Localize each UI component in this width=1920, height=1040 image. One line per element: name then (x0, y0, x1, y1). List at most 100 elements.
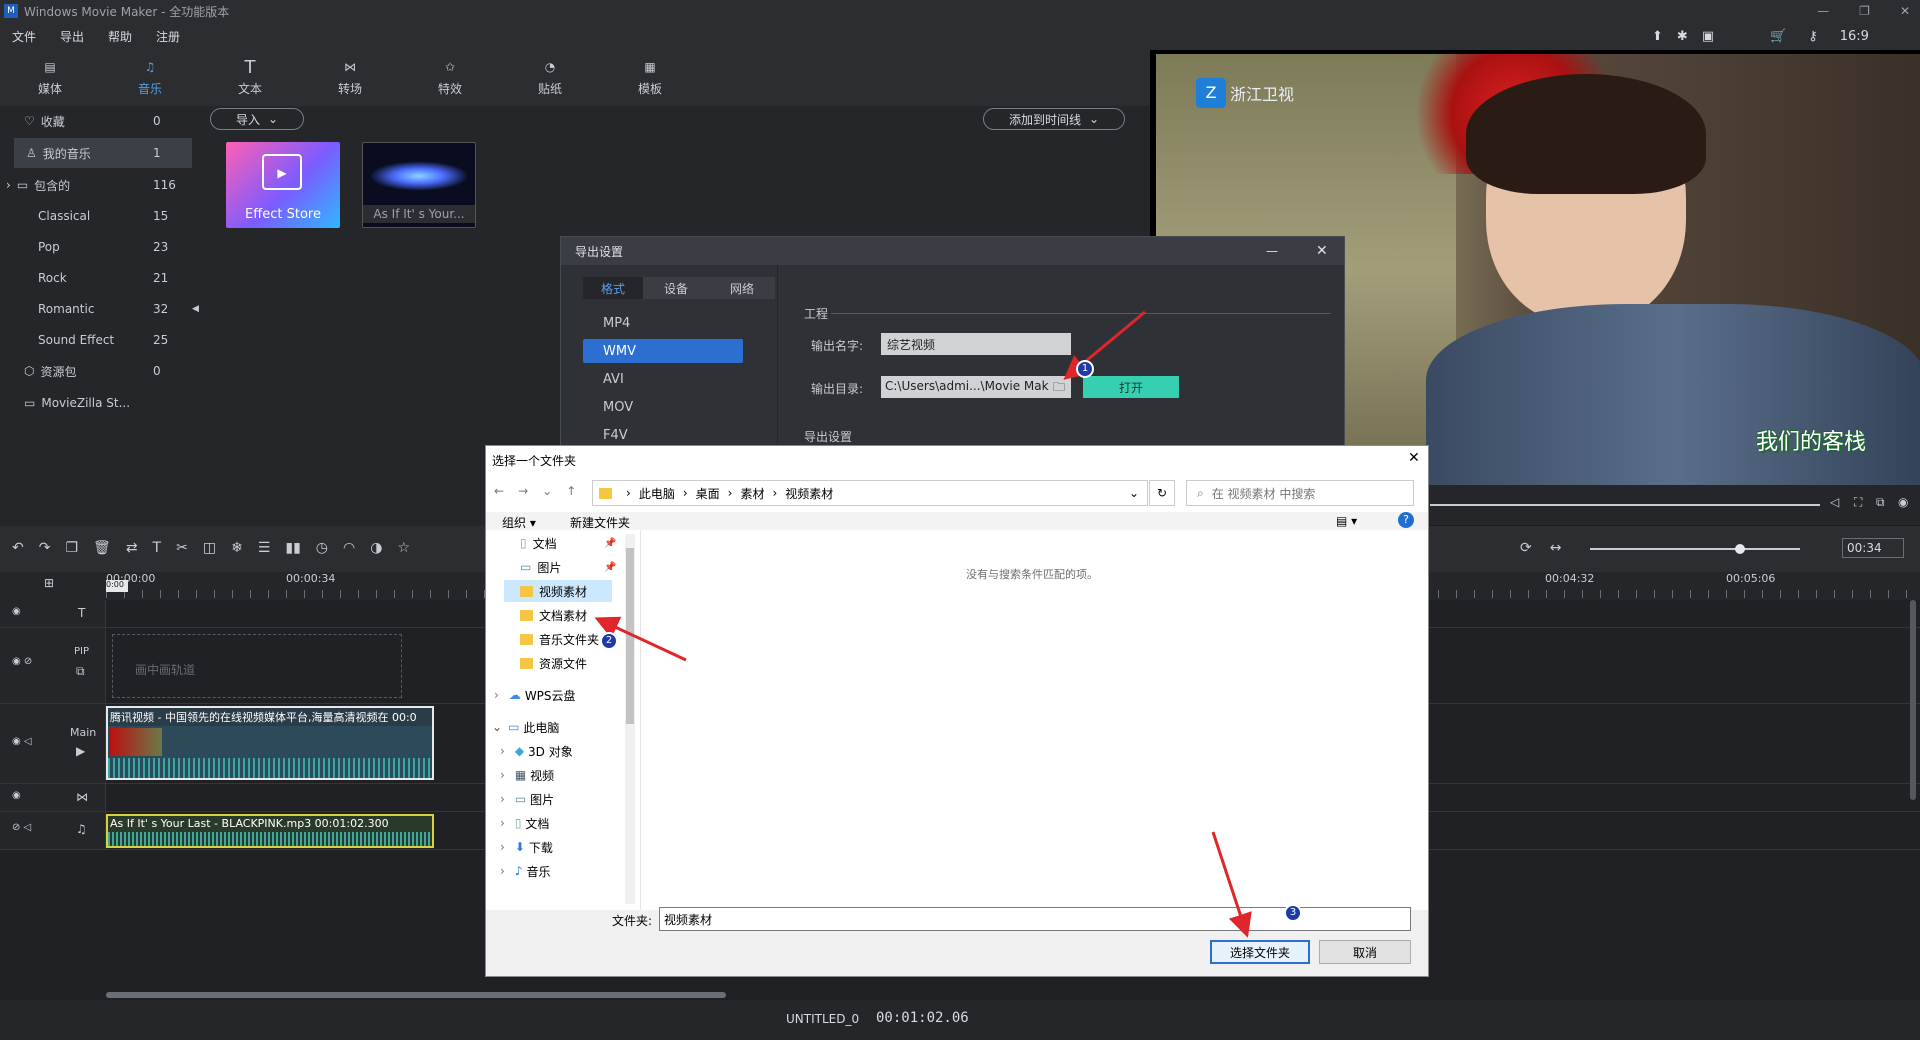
delete-icon[interactable]: 🗑 (93, 540, 111, 556)
help-icon[interactable]: ? (1398, 512, 1414, 528)
menu-export[interactable]: 导出 (48, 28, 96, 45)
link-icon[interactable]: ⊘ ◁ (12, 822, 31, 833)
tab-device[interactable]: 设备 (643, 277, 709, 299)
breadcrumb-desktop[interactable]: 桌面 (696, 485, 720, 502)
visibility-icon[interactable]: ◉ (12, 790, 21, 801)
key-icon[interactable]: ⚷ (1808, 29, 1818, 44)
sticker-tool-icon[interactable]: ☆ (397, 540, 410, 556)
vertical-scrollbar[interactable] (1910, 600, 1916, 800)
crop-icon[interactable]: ⧉ (1876, 495, 1885, 510)
tree-item-documents-pc[interactable]: › ▯ 文档 (500, 812, 549, 834)
breadcrumb-this-pc[interactable]: 此电脑 (639, 485, 675, 502)
output-dir-field[interactable]: C:\Users\admi...\Movie Mak (881, 376, 1071, 398)
address-bar[interactable]: › 此电脑 › 桌面 › 素材 › 视频素材 ⌄ (592, 480, 1148, 506)
tree-item-3d[interactable]: › ◆ 3D 对象 (500, 740, 573, 762)
add-track-icon[interactable]: ⊞ (44, 576, 54, 590)
freeze-icon[interactable]: ❄ (231, 540, 243, 556)
menu-file[interactable]: 文件 (0, 28, 48, 45)
format-f4v[interactable]: F4V (583, 423, 743, 447)
save-icon[interactable]: ▣ (1702, 29, 1714, 44)
cart-icon[interactable]: 🛒 (1770, 29, 1786, 44)
tool-music[interactable]: ♫ 音乐 (110, 54, 190, 97)
breadcrumb-video-material[interactable]: 视频素材 (785, 485, 833, 502)
new-folder-button[interactable]: 新建文件夹 (570, 514, 630, 531)
aspect-ratio-icon[interactable]: 16:9 (1840, 29, 1869, 44)
volume-icon[interactable]: ◁ (1830, 495, 1839, 509)
close-icon[interactable]: ✕ (1316, 243, 1328, 259)
tree-item-music[interactable]: › ♪ 音乐 (500, 860, 551, 882)
pip-placeholder[interactable]: 画中画轨道 (112, 634, 402, 698)
tree-item-docs[interactable]: ▯ 文档 📌 (520, 532, 616, 554)
replace-icon[interactable]: ⇄ (126, 540, 138, 556)
library-item-rock[interactable]: Rock 21 (0, 263, 200, 293)
copy-icon[interactable]: ❐ (65, 540, 78, 556)
breadcrumb-material[interactable]: 素材 (740, 485, 764, 502)
forward-icon[interactable]: → (518, 484, 528, 498)
cancel-button[interactable]: 取消 (1319, 940, 1411, 964)
format-wmv[interactable]: WMV (583, 339, 743, 363)
time-display[interactable]: 00:34 (1842, 538, 1904, 558)
menu-help[interactable]: 帮助 (96, 28, 144, 45)
star-icon[interactable]: ✱ (1677, 29, 1688, 44)
timeline-scrollbar[interactable] (106, 992, 726, 998)
effect-store-tile[interactable]: ▶ Effect Store (226, 142, 340, 228)
tool-transition[interactable]: ⋈ 转场 (310, 54, 390, 97)
cut-icon[interactable]: ✂ (176, 540, 188, 556)
library-item-sound-effect[interactable]: Sound Effect 25 (0, 325, 200, 355)
tree-item-this-pc[interactable]: ⌄ ▭ 此电脑 (492, 716, 559, 738)
library-item-favorites[interactable]: ♡ 收藏 0 (0, 106, 200, 136)
tree-item-pictures[interactable]: ▭ 图片 📌 (520, 556, 616, 578)
split-icon[interactable]: ◫ (203, 540, 216, 556)
format-mov[interactable]: MOV (583, 395, 743, 419)
video-clip[interactable]: 腾讯视频 - 中国领先的在线视频媒体平台,海量高清视频在 00:0 (106, 706, 434, 780)
close-icon[interactable]: ✕ (1900, 4, 1910, 18)
preview-progress[interactable] (1430, 504, 1820, 506)
zoom-slider[interactable] (1590, 544, 1800, 554)
library-item-pop[interactable]: Pop 23 (0, 232, 200, 262)
restore-icon[interactable]: ❐ (1859, 4, 1870, 18)
format-avi[interactable]: AVI (583, 367, 743, 391)
tree-item-video-material[interactable]: 视频素材 (504, 580, 612, 602)
search-input[interactable]: ⌕ 在 视频素材 中搜索 (1186, 480, 1414, 506)
chevron-down-icon[interactable]: ⌄ (1129, 486, 1139, 500)
minimize-icon[interactable]: — (1817, 4, 1829, 18)
minimize-icon[interactable]: — (1266, 244, 1278, 258)
pin-icon[interactable]: ⬆ (1652, 29, 1663, 44)
clock-icon[interactable]: ◷ (316, 540, 328, 556)
tool-sticker[interactable]: ◔ 贴纸 (510, 54, 590, 97)
text-tool-icon[interactable]: T (153, 540, 162, 556)
tree-item-pictures-pc[interactable]: › ▭ 图片 (500, 788, 554, 810)
tree-scrollbar[interactable] (625, 534, 635, 904)
history-icon[interactable]: ⌄ (542, 484, 552, 498)
close-icon[interactable]: ✕ (1408, 450, 1420, 466)
tree-item-music-folder[interactable]: 音乐文件夹 (520, 628, 599, 650)
view-icon[interactable]: ▤ ▾ (1336, 514, 1357, 528)
tree-item-doc-material[interactable]: 文档素材 (520, 604, 587, 626)
zoom-slider-thumb[interactable] (1735, 544, 1745, 554)
tree-item-videos[interactable]: › ▦ 视频 (500, 764, 554, 786)
library-item-classical[interactable]: Classical 15 (0, 201, 200, 231)
audio-bars-icon[interactable]: ▮▮ (285, 540, 300, 556)
library-item-included[interactable]: › ▭ 包含的 116 (0, 170, 200, 200)
format-mp4[interactable]: MP4 (583, 311, 743, 335)
visibility-icon[interactable]: ◉ ◁ (12, 736, 32, 747)
back-icon[interactable]: ← (494, 484, 504, 498)
collapse-arrow-icon[interactable]: ◀ (192, 304, 199, 314)
tree-item-downloads[interactable]: › ⬇ 下载 (500, 836, 553, 858)
library-item-my-music[interactable]: ♙ 我的音乐 1 (14, 138, 192, 168)
playhead[interactable]: 0:00 (106, 580, 128, 592)
open-button[interactable]: 打开 (1083, 376, 1179, 398)
visibility-icon[interactable]: ◉ (12, 606, 21, 617)
audio-tile[interactable]: As If It' s Your... (362, 142, 476, 228)
add-to-timeline-dropdown[interactable]: 添加到时间线 ⌄ (983, 108, 1125, 130)
up-icon[interactable]: ↑ (566, 484, 576, 498)
refresh-button[interactable]: ↻ (1149, 480, 1175, 506)
tool-media[interactable]: ▤ 媒体 (10, 54, 90, 97)
adjust-icon[interactable]: ☰ (258, 540, 271, 556)
library-item-moviezilla[interactable]: ▭ MovieZilla St... (0, 388, 200, 418)
organize-menu[interactable]: 组织 ▾ (502, 514, 536, 531)
library-item-resource-pack[interactable]: ⬡ 资源包 0 (0, 356, 200, 386)
visibility-icon[interactable]: ◉ ⊘ (12, 656, 32, 667)
library-item-romantic[interactable]: Romantic 32 ◀ (0, 294, 200, 324)
menu-register[interactable]: 注册 (144, 28, 192, 45)
